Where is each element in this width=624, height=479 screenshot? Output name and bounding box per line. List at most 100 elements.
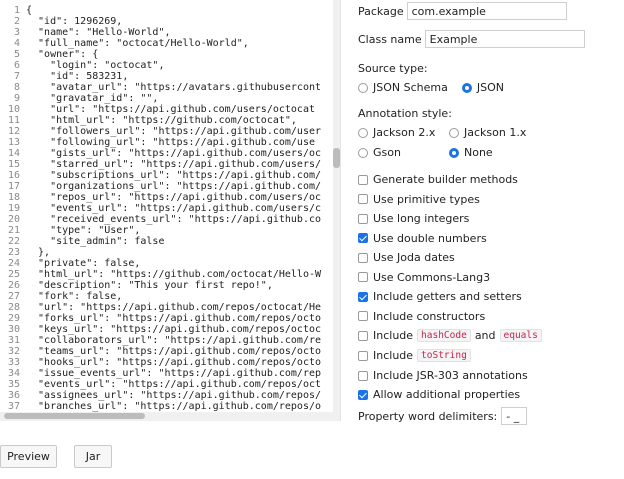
line-number: 5 [13, 49, 20, 60]
radio-jackson1-label[interactable]: Jackson 1.x [464, 126, 526, 139]
option-row[interactable]: Use primitive types [358, 193, 480, 206]
option-hashcode-equals[interactable]: Include hashCode and equals [358, 329, 546, 342]
radio-json-label[interactable]: JSON [477, 81, 504, 94]
line-number: 17 [7, 181, 20, 192]
option-label: Use Commons-Lang3 [373, 270, 491, 284]
option-tostring[interactable]: Include toString [358, 349, 475, 362]
line-number: 29 [7, 313, 20, 324]
line-number: 12 [7, 126, 20, 137]
code-line: 15 "starred_url": "https://api.github.co… [0, 159, 332, 170]
code-text: "issue_events_url": "https://api.github.… [26, 368, 322, 379]
code-line: 31 "collaborators_url": "https://api.git… [0, 335, 332, 346]
code-line: 16 "subscriptions_url": "https://api.git… [0, 170, 332, 181]
radio-json-schema[interactable] [358, 82, 368, 93]
option-row[interactable]: Generate builder methods [358, 173, 518, 186]
code-line: 23 }, [0, 247, 332, 258]
checkbox-hashcode-equals[interactable] [358, 330, 368, 341]
option-row[interactable]: Include getters and setters [358, 290, 522, 303]
jar-button[interactable]: Jar [74, 445, 112, 468]
option-allow-additional[interactable]: Allow additional properties [358, 388, 520, 401]
option-checkbox[interactable] [358, 291, 368, 302]
radio-gson-label[interactable]: Gson [373, 146, 449, 159]
code-line: 37 "branches_url": "https://api.github.c… [0, 401, 332, 412]
code-line: 10 "url": "https://api.github.com/users/… [0, 104, 332, 115]
checkbox-jsr303[interactable] [358, 370, 368, 381]
code-line: 13 "following_url": "https://api.github.… [0, 137, 332, 148]
line-number: 2 [13, 16, 20, 27]
code-text: "events_url": "https://api.github.com/us… [26, 203, 322, 214]
radio-jackson2-label[interactable]: Jackson 2.x [373, 126, 449, 139]
package-input[interactable] [406, 2, 567, 20]
source-type-heading: Source type: [358, 62, 428, 75]
preview-button[interactable]: Preview [0, 445, 57, 468]
line-number: 30 [7, 324, 20, 335]
line-number: 9 [13, 93, 20, 104]
option-checkbox[interactable] [358, 213, 368, 224]
editor-vertical-scrollbar[interactable] [333, 0, 340, 421]
code-text: "organizations_url": "https://api.github… [26, 181, 322, 192]
code-text: "fork": false, [26, 291, 123, 302]
line-number: 27 [7, 291, 20, 302]
code-text: "followers_url": "https://api.github.com… [26, 126, 322, 137]
code-line: 19 "events_url": "https://api.github.com… [0, 203, 332, 214]
delimiters-label: Property word delimiters: [358, 409, 498, 423]
option-row[interactable]: Include constructors [358, 310, 485, 323]
line-number: 11 [7, 115, 20, 126]
option-row[interactable]: Use Joda dates [358, 251, 455, 264]
code-text: "forks_url": "https://api.github.com/rep… [26, 313, 322, 324]
editor-vertical-scroll-thumb[interactable] [333, 148, 340, 168]
option-row[interactable]: Use long integers [358, 212, 469, 225]
radio-none[interactable] [449, 147, 459, 158]
code-text: "html_url": "https://github.com/octocat"… [26, 115, 297, 126]
radio-json-schema-label[interactable]: JSON Schema [373, 81, 448, 94]
code-text: "description": "This your first repo!", [26, 280, 273, 291]
radio-json[interactable] [461, 82, 472, 93]
option-label: Generate builder methods [373, 173, 518, 186]
hashcode-tag: hashCode [417, 329, 471, 342]
line-number: 7 [13, 71, 20, 82]
code-text: "type": "User", [26, 225, 141, 236]
code-line: 20 "received_events_url": "https://api.g… [0, 214, 332, 225]
radio-gson[interactable] [358, 147, 368, 158]
line-number: 10 [7, 104, 20, 115]
code-text: "full_name": "octocat/Hello-World", [26, 38, 249, 49]
code-text: "events_url": "https://api.github.com/re… [26, 379, 322, 390]
option-checkbox[interactable] [358, 311, 368, 321]
code-text: "teams_url": "https://api.github.com/rep… [26, 346, 322, 357]
json-editor[interactable]: 1{2 "id": 1296269, 3 "name": "Hello-World… [0, 0, 341, 421]
code-text: "gravatar_id": "", [26, 93, 159, 104]
option-checkbox[interactable] [358, 272, 368, 282]
classname-input[interactable] [424, 30, 585, 48]
code-text: "received_events_url": "https://api.gith… [26, 214, 322, 225]
code-line: 30 "keys_url": "https://api.github.com/r… [0, 324, 332, 335]
option-label: Include constructors [373, 309, 486, 323]
line-number: 16 [7, 170, 20, 181]
option-row[interactable]: Use double numbers [358, 232, 487, 245]
delimiters-input[interactable] [501, 407, 528, 425]
radio-none-label[interactable]: None [464, 146, 493, 159]
code-text: "html_url": "https://github.com/octocat/… [26, 269, 322, 280]
code-text: "assignees_url": "https://api.github.com… [26, 390, 322, 401]
line-number: 14 [7, 148, 20, 159]
option-checkbox[interactable] [358, 174, 368, 185]
code-area[interactable]: 1{2 "id": 1296269, 3 "name": "Hello-World… [0, 5, 332, 421]
annotation-label: Annotation style: [358, 107, 452, 120]
code-text: "gists_url": "https://api.github.com/use… [26, 148, 322, 159]
radio-jackson2[interactable] [358, 127, 368, 138]
option-checkbox[interactable] [358, 194, 368, 204]
option-jsr303[interactable]: Include JSR-303 annotations [358, 369, 528, 382]
line-number: 23 [7, 247, 20, 258]
checkbox-allow-additional[interactable] [358, 389, 368, 400]
radio-jackson1[interactable] [449, 127, 459, 138]
code-line: 25 "html_url": "https://github.com/octoc… [0, 269, 332, 280]
annotation-row-2: Gson None [358, 146, 493, 159]
code-text: "keys_url": "https://api.github.com/repo… [26, 324, 322, 335]
option-checkbox[interactable] [358, 233, 368, 243]
code-line: 9 "gravatar_id": "", [0, 93, 332, 104]
option-checkbox[interactable] [358, 252, 368, 263]
editor-horizontal-scroll-thumb[interactable] [4, 413, 145, 419]
option-row[interactable]: Use Commons-Lang3 [358, 271, 490, 284]
checkbox-tostring[interactable] [358, 350, 368, 361]
line-number: 13 [7, 137, 20, 148]
source-type-options: JSON Schema JSON [358, 81, 504, 94]
